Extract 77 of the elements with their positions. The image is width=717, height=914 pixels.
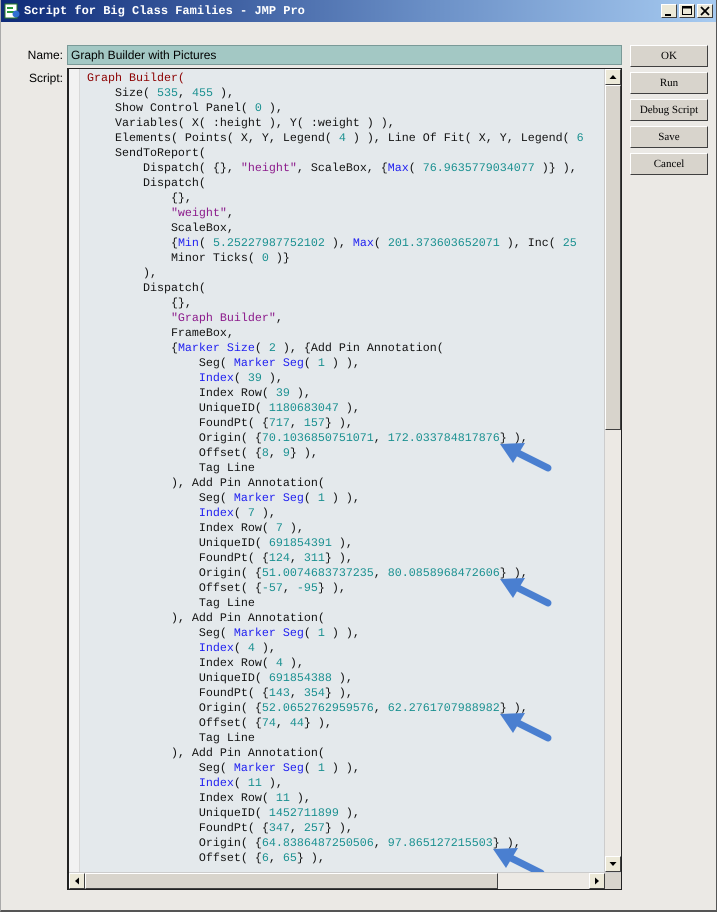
code-line: Origin( {51.0074683737235, 80.0858968472606} ), bbox=[198, 566, 528, 581]
code-line: Index Row( 11 ), bbox=[198, 791, 311, 806]
code-line: Size( 535, 455 ), bbox=[114, 86, 234, 101]
code-line: UniqueID( 1180683047 ), bbox=[198, 401, 360, 416]
code-line: Offset( {-57, -95} ), bbox=[198, 581, 346, 596]
code-line: {}, bbox=[170, 191, 192, 206]
code-line: Tag Line bbox=[198, 596, 255, 611]
dialog-button[interactable]: Run bbox=[630, 72, 708, 94]
code-line: ), Add Pin Annotation( bbox=[170, 611, 325, 626]
code-line: Index Row( 4 ), bbox=[198, 656, 304, 671]
close-button[interactable] bbox=[697, 4, 713, 18]
code-line: Index( 11 ), bbox=[198, 776, 283, 791]
code-line: Index Row( 39 ), bbox=[198, 386, 311, 401]
code-line: Dispatch( bbox=[142, 176, 206, 191]
dialog-button[interactable]: Debug Script bbox=[630, 99, 708, 121]
code-line: FoundPt( {143, 354} ), bbox=[198, 686, 353, 701]
code-line: Seg( Marker Seg( 1 ) ), bbox=[198, 356, 360, 371]
code-line: Seg( Marker Seg( 1 ) ), bbox=[198, 761, 360, 776]
window-title: Script for Big Class Families - JMP Pro bbox=[24, 4, 306, 18]
code-line: Tag Line bbox=[198, 461, 255, 476]
code-line: Origin( {70.1036850751071, 172.033784817876} ), bbox=[198, 431, 528, 446]
code-line: UniqueID( 691854388 ), bbox=[198, 671, 353, 686]
down-arrow-icon[interactable] bbox=[609, 860, 617, 868]
code-line: Offset( {6, 65} ), bbox=[198, 851, 325, 866]
minimize-button[interactable] bbox=[661, 4, 677, 18]
script-label: Script: bbox=[28, 70, 63, 87]
code-line: Graph Builder( bbox=[87, 71, 185, 86]
code-line: UniqueID( 691854391 ), bbox=[198, 536, 353, 551]
name-field[interactable]: Graph Builder with Pictures bbox=[67, 45, 622, 65]
close-icon bbox=[700, 6, 710, 16]
code-line: Index( 4 ), bbox=[198, 641, 276, 656]
scrollbar-corner bbox=[605, 873, 621, 889]
code-line: ), bbox=[142, 266, 157, 281]
name-label: Name: bbox=[26, 47, 63, 64]
code-line: Dispatch( bbox=[142, 281, 206, 296]
code-line: Origin( {52.0652762959576, 62.2761707988982} ), bbox=[198, 701, 528, 716]
code-line: Origin( {64.8386487250506, 97.865127215503} ), bbox=[198, 836, 521, 851]
script-icon bbox=[4, 3, 20, 19]
code-line: {}, bbox=[170, 296, 192, 311]
code-line: "Graph Builder", bbox=[170, 311, 283, 326]
code-line: FoundPt( {124, 311} ), bbox=[198, 551, 353, 566]
code-line: Seg( Marker Seg( 1 ) ), bbox=[198, 491, 360, 506]
dialog-button[interactable]: OK bbox=[630, 45, 708, 67]
code-line: {Min( 5.25227987752102 ), Max( 201.373603652071 ), Inc( 25 bbox=[170, 236, 577, 251]
code-line: FoundPt( {347, 257} ), bbox=[198, 821, 353, 836]
script-editor[interactable] bbox=[67, 68, 622, 890]
code-line: "weight", bbox=[170, 206, 234, 221]
left-arrow-icon[interactable] bbox=[73, 877, 81, 885]
up-arrow-icon[interactable] bbox=[609, 73, 617, 81]
code-line: Offset( {74, 44} ), bbox=[198, 716, 332, 731]
code-line: FrameBox, bbox=[170, 326, 234, 341]
code-line: Elements( Points( X, Y, Legend( 4 ) ), Line Of Fit( X, Y, Legend( 6 bbox=[114, 131, 584, 146]
code-line: Minor Ticks( 0 )} bbox=[170, 251, 290, 266]
code-line: Dispatch( {}, "height", ScaleBox, {Max( 76.9635779034077 )} ), bbox=[142, 161, 577, 176]
dialog-button[interactable]: Save bbox=[630, 126, 708, 148]
minimize-icon bbox=[665, 14, 671, 16]
code-line: Index( 7 ), bbox=[198, 506, 276, 521]
code-line: Index( 39 ), bbox=[198, 371, 283, 386]
maximize-icon bbox=[682, 6, 692, 16]
maximize-button[interactable] bbox=[679, 4, 695, 18]
code-line: ), Add Pin Annotation( bbox=[170, 746, 325, 761]
vertical-scrollbar[interactable] bbox=[604, 69, 621, 872]
code-line: {Marker Size( 2 ), {Add Pin Annotation( bbox=[170, 341, 444, 356]
dialog-button[interactable]: Cancel bbox=[630, 153, 708, 175]
code-line: UniqueID( 1452711899 ), bbox=[198, 806, 360, 821]
code-line: ScaleBox, bbox=[170, 221, 234, 236]
horizontal-scrollbar[interactable] bbox=[69, 872, 621, 889]
code-line: Variables( X( :height ), Y( :weight ) ), bbox=[114, 116, 395, 131]
code-line: Offset( {8, 9} ), bbox=[198, 446, 318, 461]
code-line: SendToReport( bbox=[114, 146, 206, 161]
code-line: Tag Line bbox=[198, 731, 255, 746]
code-line: ), Add Pin Annotation( bbox=[170, 476, 325, 491]
code-line: Show Control Panel( 0 ), bbox=[114, 101, 283, 116]
right-arrow-icon[interactable] bbox=[593, 877, 601, 885]
code-line: FoundPt( {717, 157} ), bbox=[198, 416, 353, 431]
code-line: Index Row( 7 ), bbox=[198, 521, 304, 536]
code-line: Seg( Marker Seg( 1 ) ), bbox=[198, 626, 360, 641]
